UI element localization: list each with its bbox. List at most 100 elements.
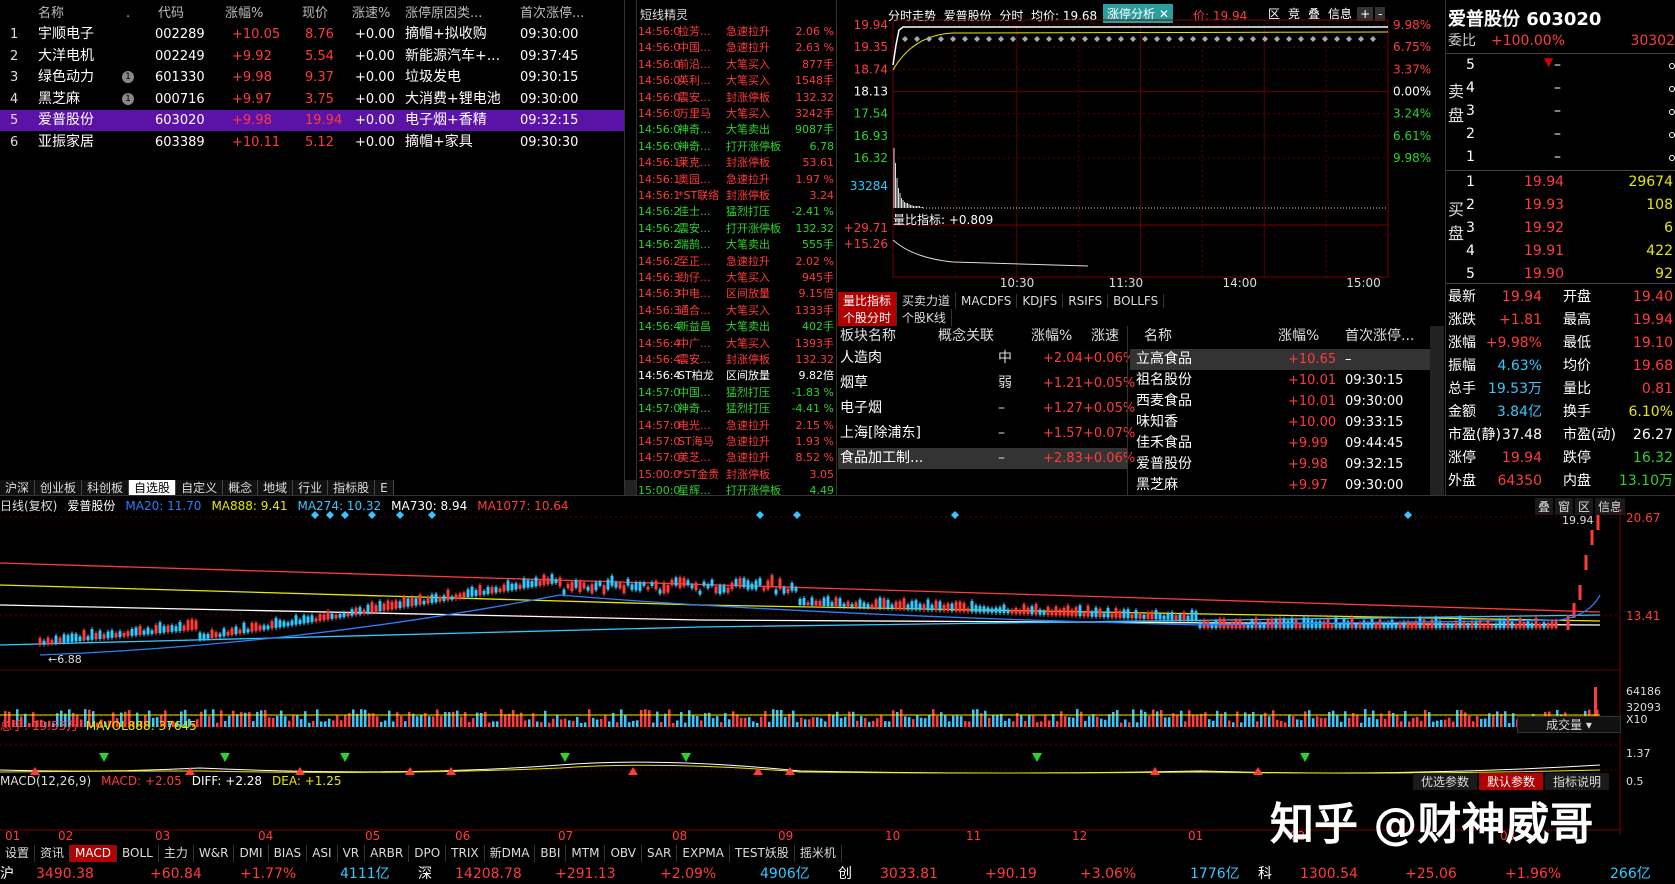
short-list-row[interactable]: 14:56:0 神奇... 打开涨停板 6.78 xyxy=(638,139,838,155)
indicator-tab-摇米机[interactable]: 摇米机 xyxy=(795,845,842,862)
short-list-row[interactable]: 14:57:0 美芝... 急速拉升 8.52 % xyxy=(638,450,838,466)
related-col-name[interactable]: 名称 xyxy=(1144,326,1172,347)
short-list-row[interactable]: 14:56:0 中国... 急速拉升 2.63 % xyxy=(638,40,838,56)
col-price[interactable]: 现价 xyxy=(302,3,328,24)
short-list-row[interactable]: 14:56:3 中电... 区间放量 9.15倍 xyxy=(638,286,838,302)
short-list-row[interactable]: 14:56:0 神奇... 大笔卖出 9087手 xyxy=(638,122,838,138)
short-list-row[interactable]: 14:56:1 *ST联络 封涨停板 3.24 xyxy=(638,188,838,204)
related-row[interactable]: 爱普股份 +9.98 09:32:15 xyxy=(1130,454,1430,475)
tab-market-0[interactable]: 沪深 xyxy=(0,480,36,496)
short-list-row[interactable]: 14:56:0 英利... 大笔买入 1548手 xyxy=(638,73,838,89)
sector-row[interactable]: 电子烟 – +1.27 +0.05% xyxy=(838,398,1135,419)
short-list-row[interactable]: 14:56:3 通合... 大笔买入 1333手 xyxy=(638,303,838,319)
indicator-tab-EXPMA[interactable]: EXPMA xyxy=(677,845,730,862)
buy-level[interactable]: 1 19.94 29674 xyxy=(1446,172,1675,193)
sector-col-rel[interactable]: 概念关联 xyxy=(938,326,994,347)
indicator-tab-ARBR[interactable]: ARBR xyxy=(365,845,410,862)
indicator-tab-DMI[interactable]: DMI xyxy=(234,845,269,862)
col-mark[interactable]: . xyxy=(126,3,130,24)
sector-row[interactable]: 烟草弱 +1.21 +0.05% xyxy=(838,373,1135,394)
indicator-tab-VR[interactable]: VR xyxy=(338,845,366,862)
related-row[interactable]: 黑芝麻 +9.97 09:30:00 xyxy=(1130,475,1430,496)
watchlist-row[interactable]: 1 宇顺电子 002289 +10.05 8.76 +0.00 摘帽+拟收购 09:30:00 xyxy=(0,24,625,45)
sector-col-speed[interactable]: 涨速 xyxy=(1091,326,1119,347)
short-list-row[interactable]: 14:57:0 电光... 急速拉升 2.15 % xyxy=(638,418,838,434)
short-list-row[interactable]: 14:57:0 ST海马 急速拉升 1.93 % xyxy=(638,434,838,450)
buy-level[interactable]: 3 19.92 6 xyxy=(1446,218,1675,239)
related-row[interactable]: 祖名股份 +10.01 09:30:15 xyxy=(1130,370,1430,391)
tab-market-5[interactable]: 概念 xyxy=(223,480,259,496)
watchlist-row[interactable]: 3 绿色动力 1 601330 +9.98 9.37 +0.00 垃圾发电 09:30:15 xyxy=(0,67,625,88)
buy-level[interactable]: 4 19.91 422 xyxy=(1446,241,1675,262)
indicator-tab-MTM[interactable]: MTM xyxy=(566,845,606,862)
col-code[interactable]: 代码 xyxy=(158,3,184,24)
sector-row[interactable]: 上海[除浦东] – +1.57 +0.07% xyxy=(838,423,1135,444)
tab-market-7[interactable]: 行业 xyxy=(293,480,329,496)
chart-mode-tab-1[interactable]: 个股K线 xyxy=(897,309,952,326)
short-list-row[interactable]: 14:56:4 ST柏龙 区间放量 9.82倍 xyxy=(638,368,838,384)
indicator-tab-新DMA[interactable]: 新DMA xyxy=(485,845,536,862)
sell-level[interactable]: 5– xyxy=(1446,55,1675,76)
indicator-tab-1[interactable]: 买卖力道 xyxy=(897,292,957,309)
sector-row[interactable]: 食品加工制... – +2.83 +0.06% xyxy=(838,448,1135,469)
tab-market-6[interactable]: 地域 xyxy=(258,480,294,496)
tab-market-4[interactable]: 自定义 xyxy=(176,480,224,496)
short-list-row[interactable]: 14:56:4 中广... 大笔买入 1393手 xyxy=(638,336,838,352)
sector-col-name[interactable]: 板块名称 xyxy=(840,326,896,347)
short-list-row[interactable]: 14:56:2 至正... 急速拉升 2.02 % xyxy=(638,254,838,270)
sell-level[interactable]: 1– xyxy=(1446,147,1675,168)
tab-market-3[interactable]: 自选股 xyxy=(129,480,177,496)
indicator-tab-资讯[interactable]: 资讯 xyxy=(35,845,71,862)
indicator-tab-MACD[interactable]: MACD xyxy=(70,845,118,862)
watchlist-row[interactable]: 2 大洋电机 002249 +9.92 5.54 +0.00 新能源汽车+... 09:37:… xyxy=(0,46,625,67)
indicator-tab-ASI[interactable]: ASI xyxy=(307,845,338,862)
indicator-tab-5[interactable]: BOLLFS xyxy=(1108,294,1165,308)
chart-mode-tab-0[interactable]: 个股分时 xyxy=(838,309,898,326)
indicator-tab-主力[interactable]: 主力 xyxy=(159,845,194,862)
indicator-tab-TEST妖股[interactable]: TEST妖股 xyxy=(730,845,795,862)
short-list-row[interactable]: 14:56:4 新益昌 大笔卖出 402手 xyxy=(638,319,838,335)
short-list-row[interactable]: 14:56:2 瑞鹄... 大笔卖出 555手 xyxy=(638,237,838,253)
indicator-tab-W&R[interactable]: W&R xyxy=(194,845,235,862)
short-list-row[interactable]: 14:56:0 拉芳... 急速拉升 2.06 % xyxy=(638,24,838,40)
short-list-row[interactable]: 14:56:0 前沿... 大笔买入 877手 xyxy=(638,57,838,73)
short-list-row[interactable]: 14:56:2 震安... 打开涨停板 132.32 xyxy=(638,221,838,237)
indicator-tab-OBV[interactable]: OBV xyxy=(605,845,642,862)
related-row[interactable]: 味知香 +10.00 09:33:15 xyxy=(1130,412,1430,433)
watchlist-row[interactable]: 6 亚振家居 603389 +10.11 5.12 +0.00 摘帽+家具 09:30:30 xyxy=(0,132,625,153)
indicator-tab-设置[interactable]: 设置 xyxy=(0,845,36,862)
tab-market-1[interactable]: 创业板 xyxy=(35,480,83,496)
short-list-row[interactable]: 14:56:4 震安... 封涨停板 132.32 xyxy=(638,352,838,368)
tab-market-9[interactable]: E xyxy=(375,480,394,496)
short-list-row[interactable]: 14:56:2 佳士... 猛烈打压 -2.41 % xyxy=(638,204,838,220)
sell-level[interactable]: 3– xyxy=(1446,101,1675,122)
buy-level[interactable]: 5 19.90 92 xyxy=(1446,264,1675,285)
sell-level[interactable]: 4– xyxy=(1446,78,1675,99)
indicator-tab-BOLL[interactable]: BOLL xyxy=(117,845,159,862)
indicator-tab-DPO[interactable]: DPO xyxy=(409,845,447,862)
col-speed[interactable]: 涨速% xyxy=(352,3,390,24)
indicator-tab-BIAS[interactable]: BIAS xyxy=(269,845,308,862)
short-list-row[interactable]: 14:57:0 神奇... 猛烈打压 -4.41 % xyxy=(638,401,838,417)
short-list-row[interactable]: 14:57:0 中国... 猛烈打压 -1.83 % xyxy=(638,385,838,401)
indicator-tab-SAR[interactable]: SAR xyxy=(642,845,678,862)
short-list-row[interactable]: 14:56:1 奥园... 急速拉升 1.97 % xyxy=(638,172,838,188)
tab-market-2[interactable]: 科创板 xyxy=(82,480,130,496)
indicator-tab-4[interactable]: RSIFS xyxy=(1063,294,1109,308)
sector-row[interactable]: 人造肉中 +2.04 +0.06% xyxy=(838,348,1135,369)
indicator-tab-TRIX[interactable]: TRIX xyxy=(446,845,485,862)
related-row[interactable]: 佳禾食品 +9.99 09:44:45 xyxy=(1130,433,1430,454)
related-col-time[interactable]: 首次涨停... xyxy=(1345,326,1414,347)
indicator-tab-3[interactable]: KDJFS xyxy=(1017,294,1064,308)
indicator-tab-BBI[interactable]: BBI xyxy=(535,845,567,862)
tab-market-8[interactable]: 指标股 xyxy=(328,480,376,496)
short-list-row[interactable]: 14:56:1 莱克... 封涨停板 53.61 xyxy=(638,155,838,171)
scrollbar[interactable] xyxy=(625,480,636,495)
related-scrollbar[interactable] xyxy=(1430,326,1444,495)
col-pct[interactable]: 涨幅% xyxy=(225,3,263,24)
col-first-time[interactable]: 首次涨停... xyxy=(520,3,584,24)
sell-level[interactable]: 2– xyxy=(1446,124,1675,145)
watchlist-row[interactable]: 4 黑芝麻 1 000716 +9.97 3.75 +0.00 大消费+锂电池 09:30:00 xyxy=(0,89,625,110)
short-list-row[interactable]: 15:00:0 *ST金贵 封涨停板 3.05 xyxy=(638,467,838,483)
sector-col-pct[interactable]: 涨幅% xyxy=(1031,326,1072,347)
